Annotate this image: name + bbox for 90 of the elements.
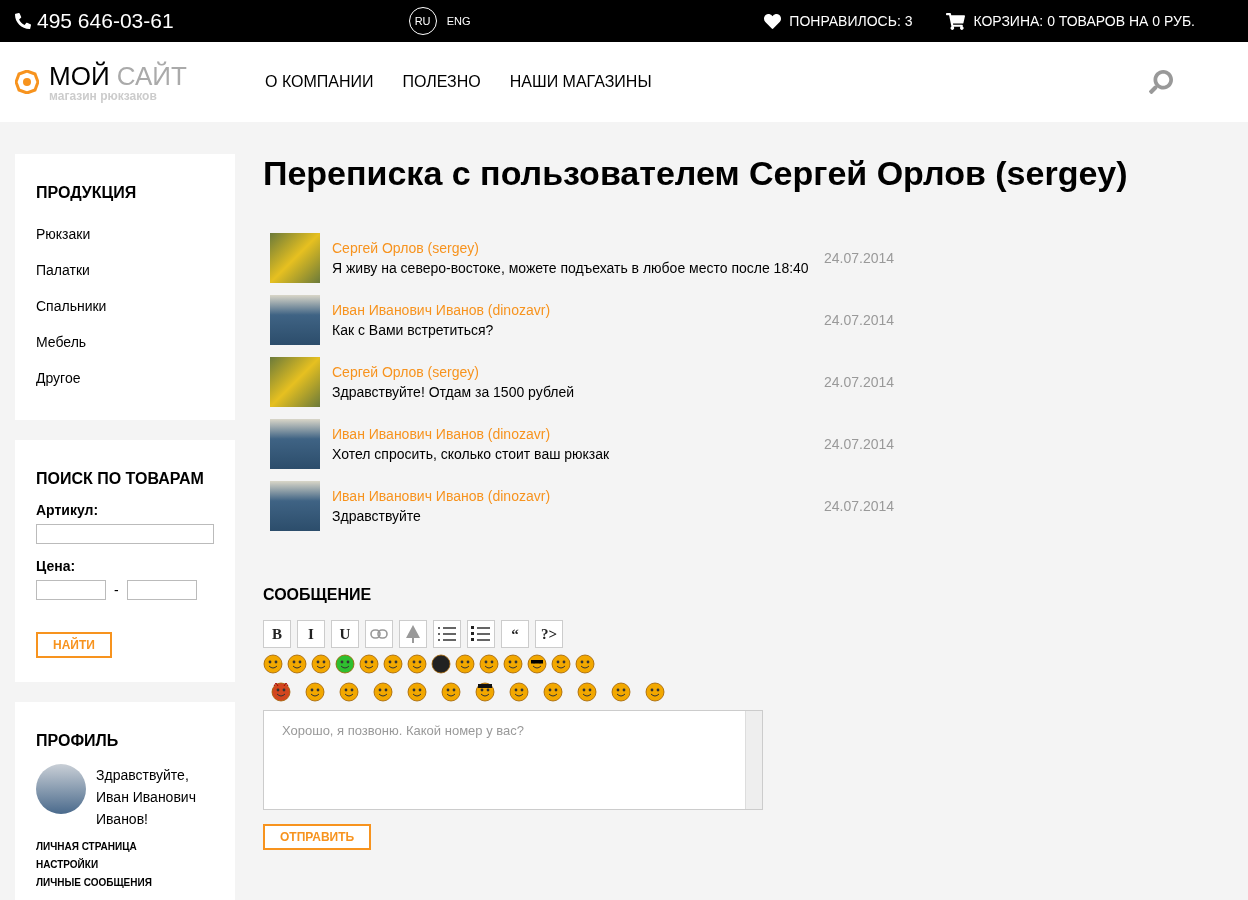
message-date: 24.07.2014 bbox=[824, 436, 895, 452]
smiley-icon[interactable] bbox=[407, 682, 427, 702]
scrollbar[interactable] bbox=[745, 711, 762, 809]
smiley-icon[interactable] bbox=[359, 654, 379, 674]
smiley-icon[interactable] bbox=[475, 682, 495, 702]
smiley-icon[interactable] bbox=[645, 682, 665, 702]
link-button[interactable] bbox=[365, 620, 393, 648]
smiley-icon[interactable] bbox=[335, 654, 355, 674]
page-title: Переписка с пользователем Сергей Орлов (sergey) bbox=[263, 154, 1129, 193]
bullet-list-button[interactable] bbox=[467, 620, 495, 648]
smiley-icon[interactable] bbox=[339, 682, 359, 702]
photo-placeholder bbox=[270, 357, 320, 407]
photo-placeholder bbox=[270, 295, 320, 345]
numbered-list-icon bbox=[437, 626, 457, 642]
bomb-icon[interactable] bbox=[431, 654, 451, 674]
smiley-icon[interactable] bbox=[479, 654, 499, 674]
profile-link[interactable]: ЛИЧНЫЕ СООБЩЕНИЯ bbox=[36, 874, 214, 892]
smiley-icon[interactable] bbox=[577, 682, 597, 702]
category-link[interactable]: Спальники bbox=[36, 288, 214, 324]
form-title: СООБЩЕНИЕ bbox=[263, 586, 373, 604]
likes-link[interactable]: ПОНРАВИЛОСЬ: 3 bbox=[789, 13, 913, 29]
heart-icon bbox=[764, 12, 782, 30]
image-button[interactable] bbox=[399, 620, 427, 648]
card-title: ПОИСК ПО ТОВАРАМ bbox=[36, 470, 205, 488]
avatar-placeholder bbox=[36, 764, 86, 814]
smiley-icon[interactable] bbox=[503, 654, 523, 674]
card-title: ПРОФИЛЬ bbox=[36, 732, 120, 750]
cart-link[interactable]: КОРЗИНА: 0 ТОВАРОВ НА 0 РУБ. bbox=[973, 13, 1195, 29]
smiley-icon[interactable] bbox=[263, 654, 283, 674]
smiley-icon[interactable] bbox=[383, 654, 403, 674]
smiley-icon[interactable] bbox=[575, 654, 595, 674]
bullet-list-icon bbox=[471, 626, 491, 642]
smiley-icon[interactable] bbox=[373, 682, 393, 702]
nav-link[interactable]: НАШИ МАГАЗИНЫ bbox=[509, 73, 652, 91]
message-text: Здравствуйте bbox=[332, 508, 422, 524]
phone-number: 495 646-03-61 bbox=[37, 9, 174, 33]
search-icon[interactable] bbox=[1149, 70, 1173, 94]
field-label: Цена: bbox=[36, 558, 77, 574]
photo-placeholder bbox=[270, 419, 320, 469]
photo-placeholder bbox=[270, 233, 320, 283]
category-link[interactable]: Другое bbox=[36, 360, 214, 396]
smiley-icon[interactable] bbox=[407, 654, 427, 674]
price-separator: - bbox=[114, 582, 119, 598]
smiley-icon[interactable] bbox=[611, 682, 631, 702]
price-from-field[interactable] bbox=[36, 580, 106, 600]
language-link[interactable]: ENG bbox=[446, 15, 471, 27]
format-button[interactable]: U bbox=[331, 620, 359, 648]
link-icon bbox=[370, 629, 388, 639]
article-field[interactable] bbox=[36, 524, 214, 544]
greeting-text: Здравствуйте, Иван Иванович Иванов! bbox=[96, 766, 197, 829]
profile-link[interactable]: НАСТРОЙКИ bbox=[36, 856, 214, 874]
message-date: 24.07.2014 bbox=[824, 498, 895, 514]
category-link[interactable]: Палатки bbox=[36, 252, 214, 288]
category-link[interactable]: Рюкзаки bbox=[36, 216, 214, 252]
logo-title[interactable]: МОЙ САЙТ bbox=[49, 62, 187, 89]
smiley-icon[interactable] bbox=[441, 682, 461, 702]
message-text: Как с Вами встретиться? bbox=[332, 322, 495, 338]
format-button[interactable]: ?> bbox=[535, 620, 563, 648]
message-text: Здравствуйте! Отдам за 1500 рублей bbox=[332, 384, 576, 400]
smiley-icon[interactable] bbox=[311, 654, 331, 674]
message-text: Я живу на северо-востоке, можете подъехать в любое место после 18:40 bbox=[332, 260, 810, 276]
message-date: 24.07.2014 bbox=[824, 250, 895, 266]
format-button[interactable]: B bbox=[263, 620, 291, 648]
format-button[interactable]: I bbox=[297, 620, 325, 648]
logo-icon bbox=[15, 70, 39, 94]
tree-icon bbox=[405, 624, 421, 644]
cart-icon bbox=[946, 11, 966, 31]
smiley-icon[interactable] bbox=[509, 682, 529, 702]
smiley-icon[interactable] bbox=[551, 654, 571, 674]
photo-placeholder bbox=[270, 481, 320, 531]
price-to-field[interactable] bbox=[126, 580, 197, 600]
nav-link[interactable]: О КОМПАНИИ bbox=[265, 73, 374, 91]
smiley-icon[interactable] bbox=[287, 654, 307, 674]
smiley-icon[interactable] bbox=[455, 654, 475, 674]
phone-icon bbox=[15, 13, 31, 29]
smiley-icon[interactable] bbox=[527, 654, 547, 674]
format-button[interactable]: “ bbox=[501, 620, 529, 648]
numbered-list-button[interactable] bbox=[433, 620, 461, 648]
field-label: Артикул: bbox=[36, 502, 100, 518]
message-date: 24.07.2014 bbox=[824, 374, 895, 390]
smiley-icon[interactable] bbox=[271, 682, 291, 702]
message-text: Хотел спросить, сколько стоит ваш рюкзак bbox=[332, 446, 611, 462]
smiley-icon[interactable] bbox=[305, 682, 325, 702]
smiley-icon[interactable] bbox=[543, 682, 563, 702]
nav-link[interactable]: ПОЛЕЗНО bbox=[402, 73, 481, 91]
message-field[interactable]: Хорошо, я позвоню. Какой номер у вас? bbox=[263, 710, 763, 810]
profile-link[interactable]: ЛИЧНАЯ СТРАНИЦА bbox=[36, 838, 214, 856]
message-date: 24.07.2014 bbox=[824, 312, 895, 328]
category-link[interactable]: Мебель bbox=[36, 324, 214, 360]
card-title: ПРОДУКЦИЯ bbox=[36, 184, 138, 202]
